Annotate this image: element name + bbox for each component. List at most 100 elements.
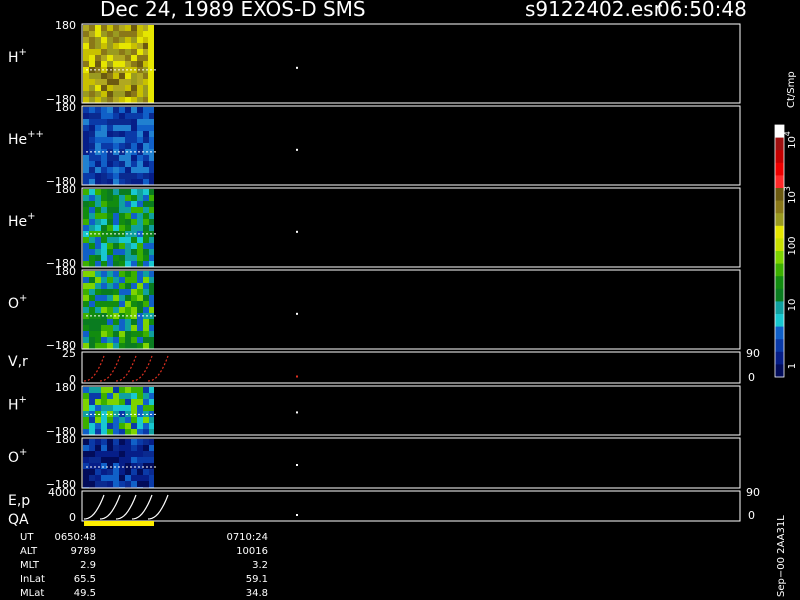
heatmap-cell xyxy=(95,393,101,399)
heatmap-cell xyxy=(89,423,95,429)
heatmap-cell xyxy=(101,91,107,97)
heatmap-cell xyxy=(113,343,119,349)
heatmap-cell xyxy=(107,107,113,113)
heatmap-cell xyxy=(107,445,113,451)
heatmap-cell xyxy=(83,43,89,49)
heatmap-cell xyxy=(119,469,125,475)
panel-ep: E,p 4000 0 90 0 xyxy=(8,486,760,524)
y-max-label: 180 xyxy=(55,19,76,32)
heatmap-cell xyxy=(119,277,125,283)
heatmap-cell xyxy=(137,213,143,219)
heatmap-cell xyxy=(101,61,107,67)
heatmap-cell xyxy=(113,91,119,97)
panel-frame xyxy=(81,105,741,186)
heatmap-cell xyxy=(125,243,131,249)
heatmap-cell xyxy=(143,179,149,185)
heatmap-cell xyxy=(143,283,149,289)
colorbar-tick-label: 1 xyxy=(787,363,798,369)
heatmap-cell xyxy=(83,219,89,225)
heatmap-cell xyxy=(83,249,89,255)
heatmap-cell xyxy=(107,167,113,173)
heatmap-cell xyxy=(143,195,149,201)
heatmap-cell xyxy=(131,417,137,423)
heatmap-cell xyxy=(83,125,89,131)
heatmap-cell xyxy=(149,337,154,343)
heatmap-cell xyxy=(125,255,131,261)
heatmap-cell xyxy=(101,337,107,343)
heatmap-cell xyxy=(95,337,101,343)
heatmap-cell xyxy=(113,469,119,475)
heatmap-cell xyxy=(89,249,95,255)
colorbar-segment xyxy=(775,314,784,328)
heatmap-cell xyxy=(125,161,131,167)
heatmap-cell xyxy=(131,439,137,445)
heatmap-cell xyxy=(137,405,143,411)
heatmap-cell xyxy=(125,271,131,277)
heatmap-cell xyxy=(131,283,137,289)
heatmap-cell xyxy=(95,201,101,207)
heatmap-cell xyxy=(119,271,125,277)
heatmap-cell xyxy=(119,167,125,173)
heatmap-cell xyxy=(143,295,149,301)
heatmap-cell xyxy=(101,429,107,435)
heatmap-cell xyxy=(113,31,119,37)
heatmap-cell xyxy=(119,97,125,103)
heatmap-cell xyxy=(125,331,131,337)
heatmap-cell xyxy=(137,113,143,119)
heatmap-cell xyxy=(89,155,95,161)
heatmap-cell xyxy=(119,343,125,349)
heatmap-cell xyxy=(83,143,89,149)
heatmap-cell xyxy=(83,393,89,399)
heatmap-cell xyxy=(101,25,107,31)
heatmap-cell xyxy=(95,399,101,405)
heatmap-cell xyxy=(95,277,101,283)
heatmap-cell xyxy=(89,207,95,213)
right-axis-max: 90 xyxy=(746,486,760,499)
heatmap-cell xyxy=(107,79,113,85)
heatmap-cell xyxy=(101,31,107,37)
heatmap-cell xyxy=(131,155,137,161)
heatmap-cell xyxy=(131,429,137,435)
heatmap-cell xyxy=(125,125,131,131)
heatmap-cell xyxy=(113,307,119,313)
heatmap-cell xyxy=(113,49,119,55)
heatmap-cell xyxy=(113,179,119,185)
heatmap-cell xyxy=(137,255,143,261)
heatmap-cell xyxy=(89,143,95,149)
heatmap-cell xyxy=(95,307,101,313)
heatmap-cell xyxy=(107,237,113,243)
heatmap-cell xyxy=(149,481,154,487)
heatmap-cell xyxy=(83,113,89,119)
heatmap-cell xyxy=(89,73,95,79)
heatmap-cell xyxy=(119,243,125,249)
heatmap-cell xyxy=(143,463,149,469)
heatmap-cell xyxy=(89,457,95,463)
plot-title: Dec 24, 1989 EXOS-D SMS xyxy=(100,0,366,21)
heatmap-cell xyxy=(107,31,113,37)
heatmap-cell xyxy=(125,179,131,185)
heatmap-cell xyxy=(143,399,149,405)
heatmap-cell xyxy=(83,423,89,429)
heatmap-cell xyxy=(137,189,143,195)
heatmap-cell xyxy=(107,207,113,213)
heatmap-cell xyxy=(89,319,95,325)
heatmap-cell xyxy=(119,237,125,243)
heatmap-cell xyxy=(95,195,101,201)
heatmap-cell xyxy=(83,429,89,435)
heatmap-cell xyxy=(149,237,154,243)
heatmap-cell xyxy=(143,255,149,261)
heatmap-cell xyxy=(119,37,125,43)
heatmap-cell xyxy=(83,119,89,125)
heatmap-cell xyxy=(107,261,113,267)
heatmap-cell xyxy=(143,213,149,219)
heatmap-cell xyxy=(95,91,101,97)
colorbar-tick-label: 104 xyxy=(783,131,798,149)
heatmap-cell xyxy=(137,43,143,49)
heatmap-cell xyxy=(89,271,95,277)
heatmap-cell xyxy=(125,213,131,219)
heatmap-cell xyxy=(95,325,101,331)
heatmap-cell xyxy=(137,439,143,445)
heatmap-cell xyxy=(101,457,107,463)
heatmap-cell xyxy=(101,113,107,119)
heatmap-cell xyxy=(107,37,113,43)
